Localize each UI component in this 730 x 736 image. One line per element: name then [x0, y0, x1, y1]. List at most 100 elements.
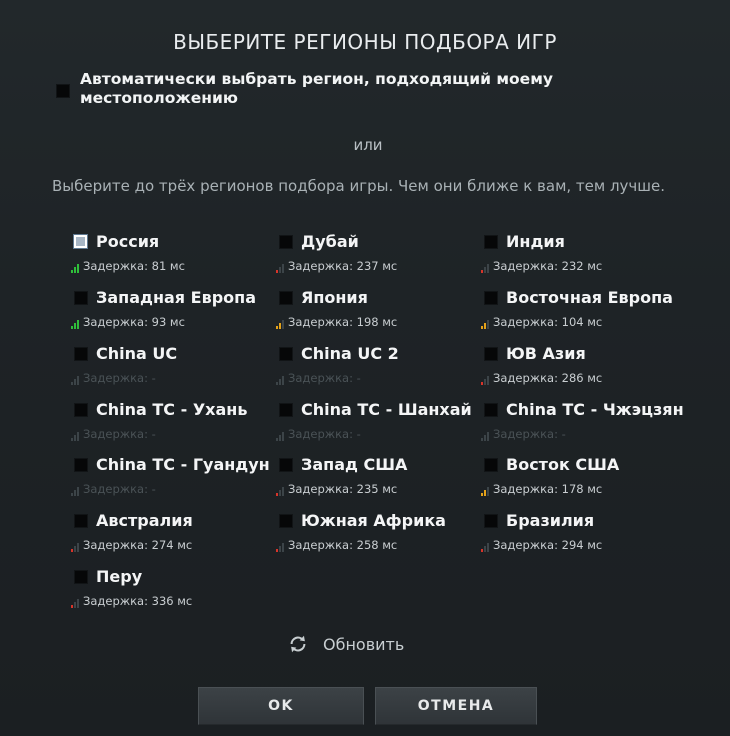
region-checkbox[interactable] — [484, 403, 498, 417]
latency-text: Задержка: 274 мс — [83, 538, 193, 552]
region-item[interactable]: Россия Задержка: 81 мс — [71, 232, 274, 282]
region-item[interactable]: Восток США Задержка: 178 мс — [481, 455, 684, 505]
latency-text: Задержка: 178 мс — [493, 482, 603, 496]
region-item[interactable]: Япония Задержка: 198 мс — [276, 288, 479, 338]
signal-strength-icon — [71, 599, 80, 608]
latency-text: Задержка: 286 мс — [493, 371, 603, 385]
ok-button[interactable]: OK — [198, 687, 364, 725]
latency-text: Задержка: - — [288, 427, 361, 441]
latency-text: Задержка: 104 мс — [493, 315, 603, 329]
region-latency: Задержка: - — [71, 427, 156, 441]
latency-text: Задержка: 336 мс — [83, 594, 193, 608]
region-checkbox[interactable] — [74, 347, 88, 361]
region-item[interactable]: Южная Африка Задержка: 258 мс — [276, 511, 479, 561]
region-latency: Задержка: 104 мс — [481, 315, 602, 329]
region-checkbox[interactable] — [74, 514, 88, 528]
region-item[interactable]: ЮВ Азия Задержка: 286 мс — [481, 344, 684, 394]
region-name: Дубай — [301, 232, 359, 251]
signal-strength-icon — [71, 376, 80, 385]
region-name: Восток США — [506, 455, 620, 474]
latency-text: Задержка: 93 мс — [83, 315, 185, 329]
region-name: Южная Африка — [301, 511, 446, 530]
cancel-button[interactable]: ОТМЕНА — [375, 687, 537, 725]
latency-text: Задержка: - — [83, 371, 156, 385]
region-name: Япония — [301, 288, 368, 307]
region-item[interactable]: China TC - Чжэцзян Задержка: - — [481, 400, 684, 450]
region-name: Восточная Европа — [506, 288, 673, 307]
region-name: China TC - Чжэцзян — [506, 400, 684, 419]
region-checkbox[interactable] — [279, 235, 293, 249]
latency-text: Задержка: 237 мс — [288, 259, 398, 273]
signal-strength-icon — [276, 432, 285, 441]
region-latency: Задержка: 93 мс — [71, 315, 185, 329]
region-item[interactable]: China UC Задержка: - — [71, 344, 274, 394]
region-item[interactable]: Австралия Задержка: 274 мс — [71, 511, 274, 561]
signal-strength-icon — [276, 543, 285, 552]
region-name: Запад США — [301, 455, 408, 474]
region-latency: Задержка: 235 мс — [276, 482, 397, 496]
region-name: Перу — [96, 567, 143, 586]
region-item[interactable]: China TC - Шанхай Задержка: - — [276, 400, 479, 450]
region-checkbox[interactable] — [74, 570, 88, 584]
regions-hint: Выберите до трёх регионов подбора игры. … — [52, 177, 666, 195]
region-checkbox[interactable] — [74, 458, 88, 472]
region-checkbox[interactable] — [484, 291, 498, 305]
auto-select-label: Автоматически выбрать регион, подходящий… — [80, 70, 553, 107]
region-name: China TC - Гуандун — [96, 455, 270, 474]
region-name: ЮВ Азия — [506, 344, 586, 363]
region-name: Западная Европа — [96, 288, 256, 307]
region-checkbox[interactable] — [484, 347, 498, 361]
region-checkbox[interactable] — [484, 235, 498, 249]
region-latency: Задержка: 286 мс — [481, 371, 602, 385]
region-item[interactable]: Перу Задержка: 336 мс — [71, 567, 274, 617]
region-item[interactable]: China TC - Ухань Задержка: - — [71, 400, 274, 450]
region-item[interactable]: Дубай Задержка: 237 мс — [276, 232, 479, 282]
region-checkbox[interactable] — [74, 403, 88, 417]
latency-text: Задержка: 81 мс — [83, 259, 185, 273]
region-name: Индия — [506, 232, 565, 251]
region-item[interactable]: Бразилия Задержка: 294 мс — [481, 511, 684, 561]
region-item[interactable]: China TC - Гуандун Задержка: - — [71, 455, 274, 505]
dialog-title: ВЫБЕРИТЕ РЕГИОНЫ ПОДБОРА ИГР — [173, 30, 557, 54]
refresh-label: Обновить — [323, 634, 405, 654]
region-latency: Задержка: 274 мс — [71, 538, 192, 552]
region-checkbox[interactable] — [279, 514, 293, 528]
region-latency: Задержка: 237 мс — [276, 259, 397, 273]
region-latency: Задержка: 232 мс — [481, 259, 602, 273]
region-latency: Задержка: - — [276, 371, 361, 385]
region-latency: Задержка: 294 мс — [481, 538, 602, 552]
region-checkbox[interactable] — [74, 235, 87, 248]
region-item[interactable]: Запад США Задержка: 235 мс — [276, 455, 479, 505]
signal-strength-icon — [71, 320, 80, 329]
region-name: China TC - Ухань — [96, 400, 248, 419]
region-name: China UC 2 — [301, 344, 399, 363]
refresh-button[interactable]: Обновить — [287, 633, 404, 655]
region-latency: Задержка: 198 мс — [276, 315, 397, 329]
signal-strength-icon — [276, 376, 285, 385]
latency-text: Задержка: - — [288, 371, 361, 385]
signal-strength-icon — [481, 432, 490, 441]
signal-strength-icon — [481, 487, 490, 496]
latency-text: Задержка: 235 мс — [288, 482, 398, 496]
region-item[interactable]: China UC 2 Задержка: - — [276, 344, 479, 394]
region-item[interactable]: Западная Европа Задержка: 93 мс — [71, 288, 274, 338]
region-item[interactable]: Восточная Европа Задержка: 104 мс — [481, 288, 684, 338]
signal-strength-icon — [71, 264, 80, 273]
region-checkbox[interactable] — [74, 291, 88, 305]
latency-text: Задержка: - — [83, 482, 156, 496]
region-name: China UC — [96, 344, 178, 363]
region-item[interactable]: Индия Задержка: 232 мс — [481, 232, 684, 282]
signal-strength-icon — [481, 320, 490, 329]
auto-select-checkbox[interactable] — [56, 84, 70, 98]
region-checkbox[interactable] — [484, 514, 498, 528]
region-checkbox[interactable] — [279, 458, 293, 472]
region-checkbox[interactable] — [484, 458, 498, 472]
or-separator: или — [353, 136, 383, 154]
region-checkbox[interactable] — [279, 347, 293, 361]
region-latency: Задержка: - — [71, 371, 156, 385]
region-latency: Задержка: - — [276, 427, 361, 441]
region-checkbox[interactable] — [279, 403, 293, 417]
region-checkbox[interactable] — [279, 291, 293, 305]
refresh-icon — [290, 635, 306, 653]
region-name: Россия — [96, 232, 160, 251]
